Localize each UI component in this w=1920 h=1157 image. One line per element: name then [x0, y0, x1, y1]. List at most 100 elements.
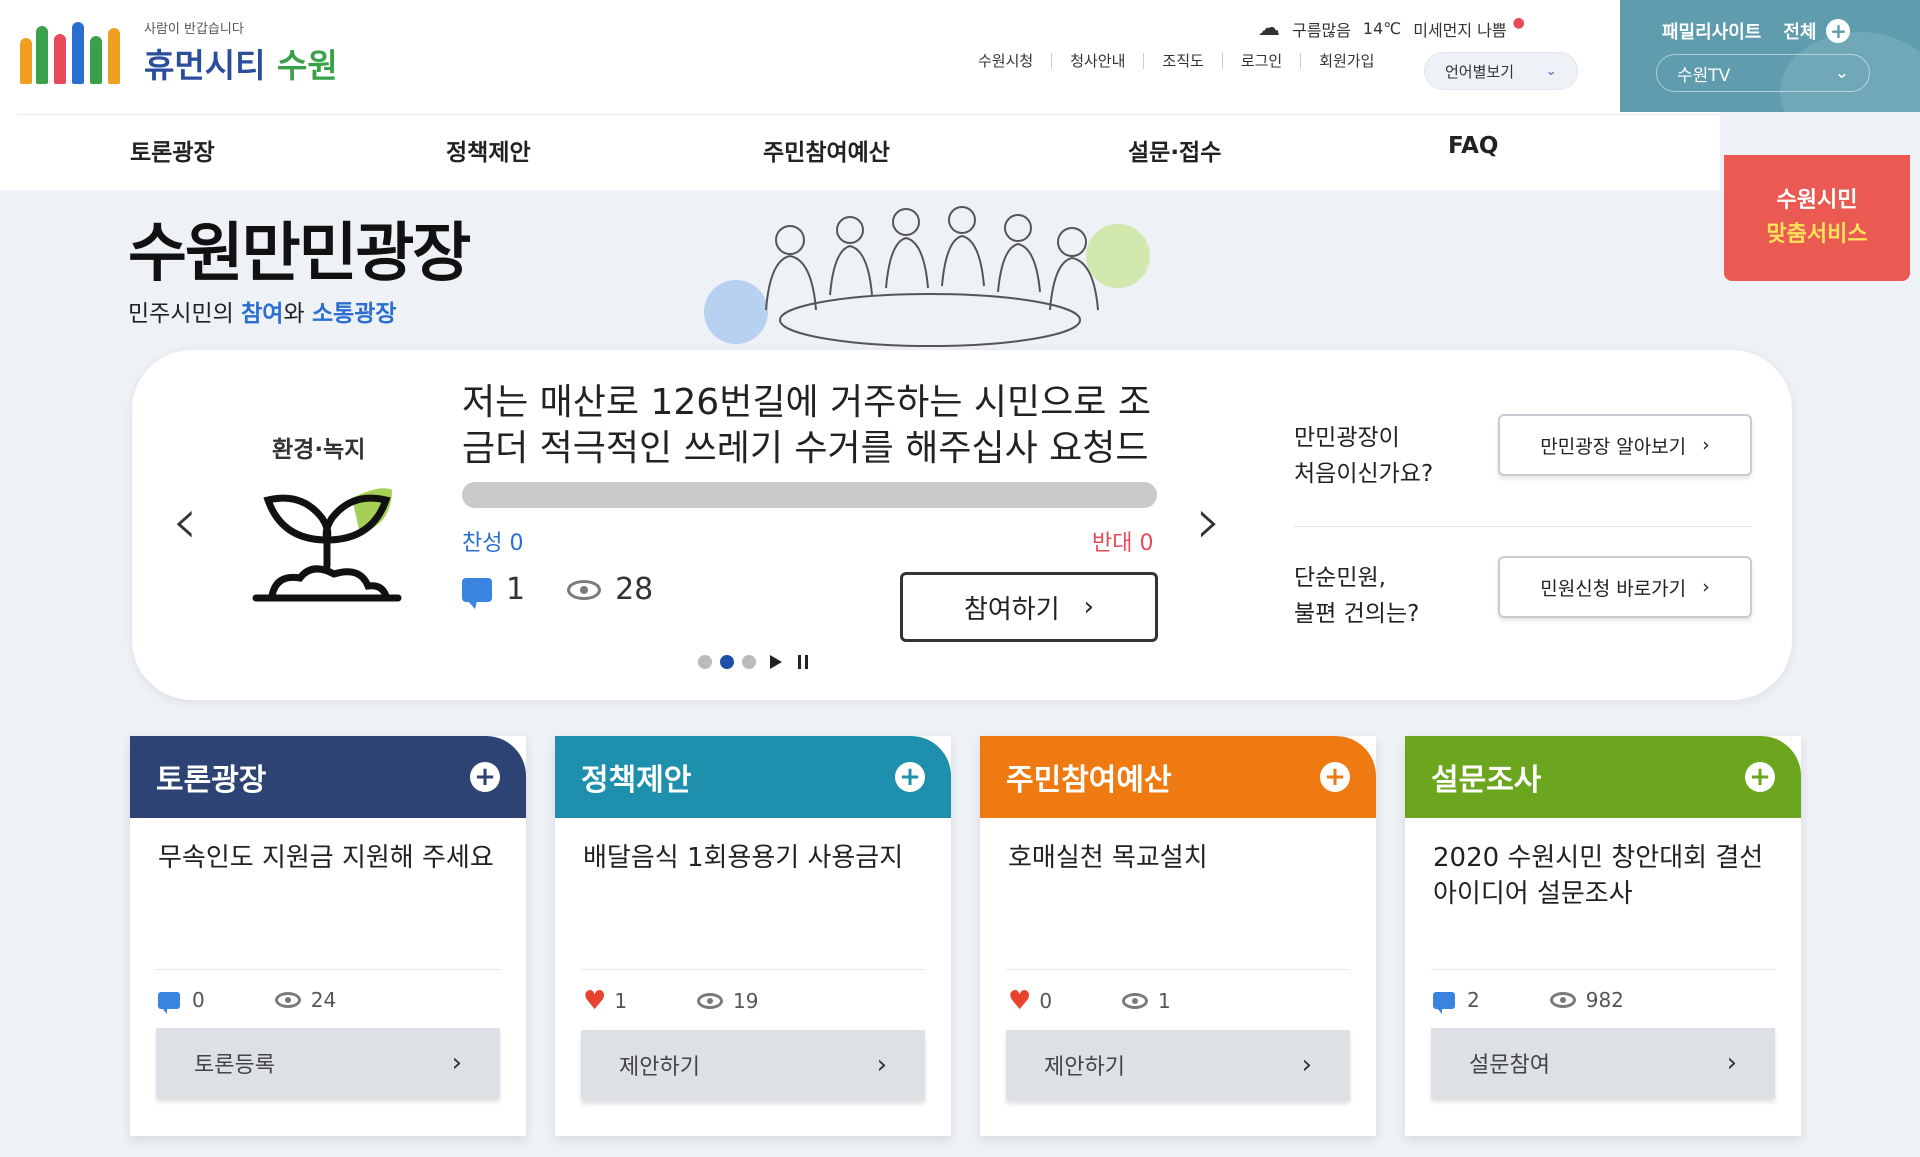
family-site-label: 패밀리사이트 — [1662, 22, 1762, 43]
link-organization[interactable]: 조직도 — [1144, 53, 1223, 69]
card-post-title[interactable]: 무속인도 지원금 지원해 주세요 — [156, 818, 500, 970]
card-header[interactable]: 토론광장 + — [130, 736, 526, 818]
site-logo[interactable]: 사람이 반갑습니다 휴먼시티 수원 — [18, 14, 338, 90]
family-site-panel: 패밀리사이트 전체 + 수원TV ⌄ — [1620, 0, 1920, 112]
slide-dot-1[interactable] — [698, 655, 712, 669]
card-action-label: 제안하기 — [619, 1055, 700, 1080]
next-slide-button[interactable]: › — [1196, 490, 1222, 554]
link-city-hall[interactable]: 수원시청 — [960, 53, 1053, 69]
civil-complaint-line1: 단순민원, — [1294, 565, 1386, 591]
chevron-right-icon: › — [1702, 434, 1710, 456]
card-action-button[interactable]: 제안하기 › — [1006, 1030, 1350, 1100]
issue-category: 환경·녹지 — [272, 437, 366, 463]
suwon-tv-select[interactable]: 수원TV ⌄ — [1656, 54, 1870, 92]
card-post-title[interactable]: 2020 수원시민 창안대회 결선 아이디어 설문조사 — [1431, 818, 1775, 970]
header: 사람이 반갑습니다 휴먼시티 수원 ☁ 구름많음 14℃ 미세먼지 나쁨 ● 수… — [0, 0, 1720, 190]
subtitle-prefix: 민주시민의 — [128, 301, 242, 327]
first-visit-line2: 처음이신가요? — [1294, 461, 1434, 487]
eye-icon — [274, 992, 301, 1008]
issue-view-count: 28 — [615, 572, 654, 607]
eye-icon — [567, 579, 602, 600]
plus-icon: + — [1826, 19, 1851, 43]
card-view-count: 982 — [1585, 988, 1624, 1012]
prev-slide-button[interactable]: ‹ — [172, 490, 198, 554]
card-action-label: 제안하기 — [1044, 1055, 1125, 1080]
nav-debate[interactable]: 토론광장 — [130, 133, 215, 167]
custom-service-line1: 수원시민 — [1776, 188, 1858, 213]
family-site-all[interactable]: 전체 + — [1783, 18, 1851, 44]
weather-info: ☁ 구름많음 14℃ 미세먼지 나쁨 ● — [1258, 14, 1525, 42]
join-button[interactable]: 참여하기 › — [900, 572, 1158, 642]
join-button-label: 참여하기 — [963, 594, 1060, 625]
civil-complaint-question: 단순민원, 불편 건의는? — [1294, 560, 1419, 632]
card-action-button[interactable]: 제안하기 › — [581, 1030, 925, 1100]
page-title: 수원만민광장 — [128, 217, 471, 291]
weather-temperature: 14℃ — [1362, 19, 1402, 38]
custom-service-line2: 맞춤서비스 — [1766, 222, 1868, 247]
card-view-count: 19 — [733, 989, 759, 1013]
agree-count: 찬성 0 — [462, 531, 524, 556]
heart-icon: ♥ — [1008, 986, 1032, 1016]
disagree-count: 반대 0 — [1092, 531, 1154, 556]
card-survey: 설문조사 + 2020 수원시민 창안대회 결선 아이디어 설문조사 2 982… — [1405, 736, 1801, 1136]
slide-dot-3[interactable] — [742, 655, 756, 669]
eye-icon — [1549, 992, 1576, 1008]
card-action-button[interactable]: 설문참여 › — [1431, 1028, 1775, 1098]
main-navigation: 토론광장 정책제안 주민참여예산 설문·접수 FAQ — [18, 114, 1720, 190]
chevron-down-icon: ⌄ — [1834, 63, 1849, 83]
nav-faq[interactable]: FAQ — [1448, 133, 1498, 159]
civil-complaint-label: 민원신청 바로가기 — [1540, 577, 1687, 600]
card-stats: 0 24 — [130, 970, 526, 1014]
card-title: 설문조사 — [1431, 763, 1542, 798]
custom-service-button[interactable]: 수원시민 맞춤서비스 — [1724, 155, 1910, 281]
card-view-count: 24 — [310, 988, 337, 1012]
subtitle-highlight-plaza: 소통광장 — [311, 301, 397, 327]
language-select[interactable]: 언어별보기 ⌄ — [1424, 52, 1578, 90]
link-signup[interactable]: 회원가입 — [1301, 53, 1392, 69]
card-action-label: 설문참여 — [1469, 1053, 1550, 1078]
card-stats: 2 982 — [1405, 970, 1801, 1014]
nav-budget[interactable]: 주민참여예산 — [763, 133, 890, 167]
chevron-right-icon: › — [1083, 592, 1095, 622]
card-title: 정책제안 — [581, 763, 692, 798]
chevron-right-icon: › — [451, 1048, 462, 1078]
play-icon[interactable] — [770, 655, 782, 669]
issue-title[interactable]: 저는 매산로 126번길에 거주하는 시민으로 조금더 적극적인 쓰레기 수거를… — [462, 380, 1162, 472]
issue-stats: 1 28 — [462, 572, 654, 609]
card-header[interactable]: 주민참여예산 + — [980, 736, 1376, 818]
slide-dot-2[interactable] — [720, 655, 734, 669]
card-title: 주민참여예산 — [1006, 763, 1172, 798]
card-post-title[interactable]: 호매실천 목교설치 — [1006, 818, 1350, 970]
vote-ratio-bar — [462, 482, 1157, 508]
pause-icon[interactable] — [798, 655, 808, 669]
plus-icon[interactable]: + — [1745, 762, 1775, 792]
plus-icon[interactable]: + — [470, 762, 500, 792]
nav-policy[interactable]: 정책제안 — [446, 133, 531, 167]
page-subtitle: 민주시민의 참여와 소통광장 — [128, 294, 397, 328]
nav-survey[interactable]: 설문·접수 — [1128, 133, 1221, 167]
chevron-right-icon: › — [1726, 1048, 1737, 1078]
heart-icon: ♥ — [583, 986, 607, 1016]
plus-icon[interactable]: + — [1320, 762, 1350, 792]
dust-alert-dot-icon: ● — [1512, 14, 1525, 31]
chevron-right-icon: › — [1301, 1050, 1312, 1080]
chevron-right-icon: › — [876, 1050, 887, 1080]
logo-name-main: 휴먼시티 — [144, 45, 266, 85]
learn-plaza-button[interactable]: 만민광장 알아보기 › — [1498, 414, 1752, 476]
learn-plaza-label: 만민광장 알아보기 — [1540, 435, 1687, 458]
card-header[interactable]: 정책제안 + — [555, 736, 951, 818]
subtitle-mid: 와 — [283, 301, 312, 327]
card-post-title[interactable]: 배달음식 1회용용기 사용금지 — [581, 818, 925, 970]
comment-icon — [462, 577, 492, 609]
link-office-guide[interactable]: 청사안내 — [1052, 53, 1145, 69]
fine-dust-status: 미세먼지 나쁨 — [1413, 20, 1507, 40]
civil-complaint-button[interactable]: 민원신청 바로가기 › — [1498, 556, 1752, 618]
logo-name: 휴먼시티 수원 — [144, 39, 338, 87]
link-login[interactable]: 로그인 — [1223, 53, 1302, 69]
card-stats: ♥ 1 19 — [555, 970, 951, 1014]
card-action-button[interactable]: 토론등록 › — [156, 1028, 500, 1098]
suwon-tv-label: 수원TV — [1677, 65, 1731, 86]
card-header[interactable]: 설문조사 + — [1405, 736, 1801, 818]
first-visit-line1: 만민광장이 — [1294, 425, 1400, 451]
plus-icon[interactable]: + — [895, 762, 925, 792]
